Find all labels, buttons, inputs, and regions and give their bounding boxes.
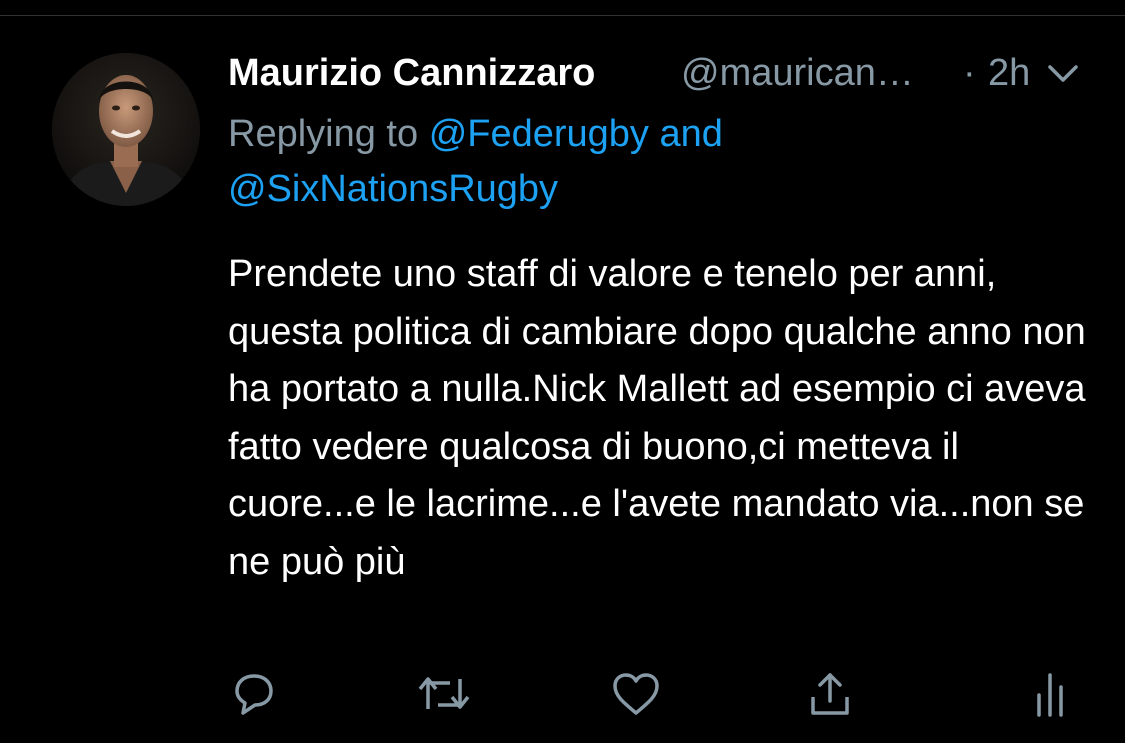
heart-icon	[610, 669, 662, 719]
tweet-text: Prendete uno staff di valore e tenelo pe…	[228, 253, 1086, 583]
avatar[interactable]	[52, 53, 200, 206]
replying-to-label: Replying to	[228, 113, 419, 155]
mention-link-sixnationsrugby[interactable]: @SixNationsRugby	[228, 168, 558, 210]
author-handle[interactable]: @maurican…	[681, 50, 914, 96]
like-button[interactable]	[606, 664, 666, 724]
tweet-header: Maurizio Cannizzaro @maurican… · 2h	[228, 48, 1088, 100]
reply-button[interactable]	[224, 664, 284, 724]
timestamp[interactable]: 2h	[988, 50, 1030, 96]
bar-chart-icon	[1025, 669, 1075, 719]
top-divider	[0, 0, 1125, 16]
tweet-action-bar	[0, 664, 1125, 724]
retweet-arrows-icon	[416, 669, 472, 719]
mention-link-federugby[interactable]: @Federugby	[429, 113, 649, 155]
speech-bubble-icon	[229, 669, 279, 719]
share-button[interactable]	[800, 664, 860, 724]
retweet-button[interactable]	[414, 664, 474, 724]
author-name[interactable]: Maurizio Cannizzaro	[228, 50, 595, 96]
header-separator: ·	[963, 52, 976, 94]
chevron-down-icon[interactable]	[1046, 62, 1080, 86]
mention-joiner[interactable]: and	[660, 113, 723, 155]
share-upload-icon	[805, 669, 855, 719]
replying-to-line: Replying to @Federugby and @SixNationsRu…	[228, 107, 1088, 217]
avatar-photo	[52, 53, 200, 206]
analytics-button[interactable]	[1020, 664, 1080, 724]
